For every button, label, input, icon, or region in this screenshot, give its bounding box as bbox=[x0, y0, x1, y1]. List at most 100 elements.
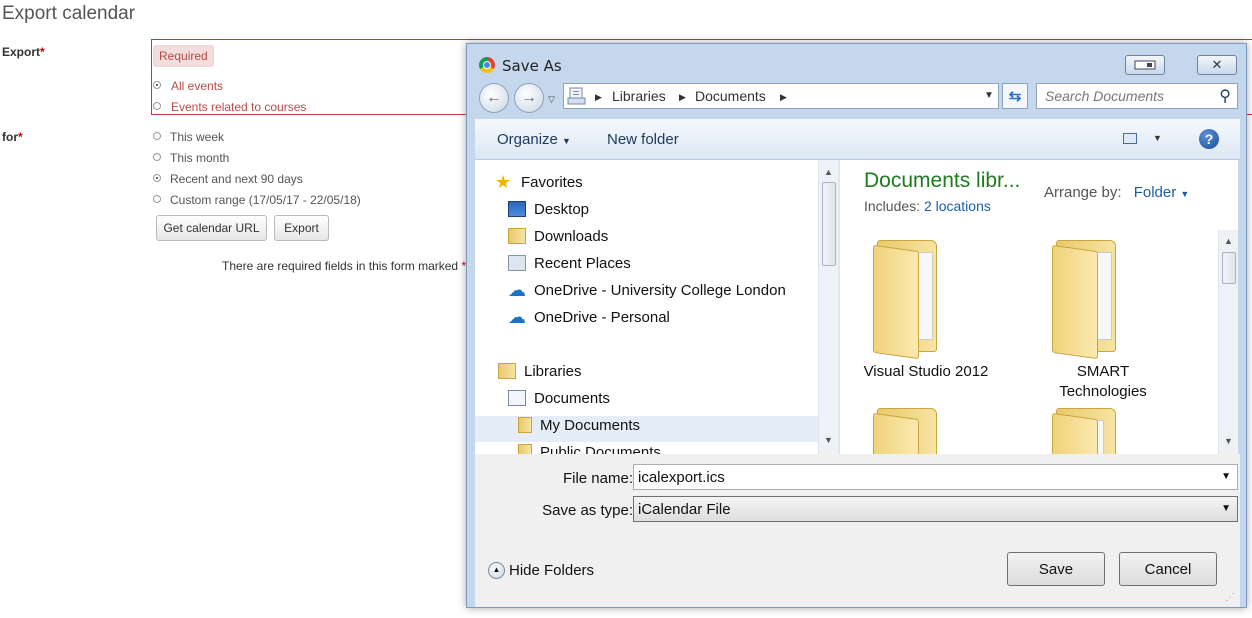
save-as-type-label: Save as type: bbox=[542, 502, 633, 519]
nav-scroll-thumb[interactable] bbox=[822, 182, 836, 266]
breadcrumb-libraries[interactable]: Libraries bbox=[612, 88, 666, 104]
get-calendar-url-button[interactable]: Get calendar URL bbox=[156, 215, 267, 241]
history-dropdown-icon[interactable]: ▽ bbox=[548, 94, 555, 105]
library-includes: Includes: 2 locations bbox=[864, 198, 991, 214]
folder-icon bbox=[518, 417, 532, 433]
documents-library-icon bbox=[508, 390, 526, 406]
star-icon: ★ bbox=[495, 172, 512, 192]
nav-item-downloads[interactable]: Downloads bbox=[508, 225, 608, 247]
organize-menu[interactable]: Organize ▼ bbox=[497, 131, 571, 148]
scroll-down-icon[interactable]: ▼ bbox=[1224, 436, 1233, 446]
page-title: Export calendar bbox=[2, 3, 136, 24]
folder-icon[interactable] bbox=[873, 408, 947, 454]
radio-recent-90-days[interactable] bbox=[153, 174, 161, 182]
back-button[interactable]: ← bbox=[479, 83, 509, 113]
dialog-title: Save As bbox=[502, 57, 562, 75]
chrome-icon bbox=[479, 57, 495, 73]
chevron-down-icon: ▼ bbox=[1180, 189, 1190, 199]
library-title: Documents libr... bbox=[864, 169, 1021, 192]
nav-item-onedrive-personal[interactable]: ☁ OneDrive - Personal bbox=[508, 306, 670, 328]
content-pane: Documents libr... Includes: 2 locations … bbox=[840, 160, 1238, 454]
folder-item-visual-studio[interactable]: Visual Studio 2012 bbox=[861, 362, 991, 382]
content-scroll-thumb[interactable] bbox=[1222, 252, 1236, 284]
view-icon[interactable] bbox=[1123, 133, 1137, 144]
address-bar[interactable]: ▶ Libraries ▶ Documents ▶ ▼ bbox=[563, 83, 999, 109]
folder-icon[interactable] bbox=[1052, 240, 1126, 360]
folder-icon[interactable] bbox=[873, 240, 947, 360]
help-icon[interactable]: ? bbox=[1199, 129, 1219, 149]
radio-custom-range[interactable] bbox=[153, 195, 161, 203]
radio-recent-90-days-label[interactable]: Recent and next 90 days bbox=[170, 172, 303, 186]
resize-grip-icon[interactable]: ⋰ bbox=[1225, 592, 1235, 603]
radio-this-month-label[interactable]: This month bbox=[170, 151, 229, 165]
dialog-toolbar: Organize ▼ New folder ▼ ? bbox=[475, 119, 1240, 160]
arrange-by-dropdown[interactable]: Folder ▼ bbox=[1134, 184, 1190, 201]
radio-this-month[interactable] bbox=[153, 153, 161, 161]
nav-scrollbar[interactable]: ▲ ▼ bbox=[818, 160, 839, 454]
close-icon[interactable]: ✕ bbox=[1197, 55, 1237, 75]
breadcrumb-separator-icon: ▶ bbox=[780, 92, 787, 102]
search-icon[interactable]: ⚲ bbox=[1219, 86, 1231, 106]
filename-label: File name: bbox=[562, 470, 633, 487]
folder-item-smart-technologies[interactable]: SMART Technologies bbox=[1038, 362, 1168, 402]
folder-icon[interactable] bbox=[1052, 408, 1126, 454]
includes-locations-link[interactable]: 2 locations bbox=[924, 198, 991, 214]
recent-places-icon bbox=[508, 255, 526, 271]
nav-item-recent-places[interactable]: Recent Places bbox=[508, 252, 631, 274]
radio-this-week-label[interactable]: This week bbox=[170, 130, 224, 144]
save-as-type-select[interactable]: iCalendar File ▼ bbox=[633, 496, 1238, 522]
content-scrollbar[interactable]: ▲ ▼ bbox=[1218, 230, 1238, 454]
export-label: Export* bbox=[2, 45, 45, 59]
pane-splitter[interactable] bbox=[838, 160, 840, 454]
chevron-down-icon: ▼ bbox=[562, 136, 571, 146]
view-dropdown-icon[interactable]: ▼ bbox=[1153, 133, 1162, 143]
dialog-bottom-panel: File name: icalexport.ics ▼ Save as type… bbox=[475, 454, 1240, 607]
for-label: for* bbox=[2, 130, 23, 144]
scroll-down-icon[interactable]: ▼ bbox=[824, 435, 833, 445]
nav-favorites[interactable]: ★ Favorites bbox=[495, 171, 583, 193]
collapse-up-icon: ▲ bbox=[488, 562, 505, 579]
nav-item-documents[interactable]: Documents bbox=[508, 387, 610, 409]
save-as-type-dropdown-icon[interactable]: ▼ bbox=[1221, 503, 1231, 514]
radio-course-events[interactable] bbox=[153, 102, 161, 110]
nav-item-onedrive-ucl[interactable]: ☁ OneDrive - University College London bbox=[508, 279, 786, 301]
breadcrumb-separator-icon: ▶ bbox=[679, 92, 686, 102]
desktop-icon bbox=[508, 201, 526, 217]
nav-item-public-documents[interactable]: Public Documents bbox=[518, 441, 661, 454]
library-documents-icon bbox=[567, 86, 587, 109]
window-restore-icon[interactable] bbox=[1125, 55, 1165, 75]
save-as-dialog: Save As ✕ ← → ▽ ▶ Libraries ▶ Documents … bbox=[466, 43, 1247, 608]
breadcrumb-documents[interactable]: Documents bbox=[695, 88, 766, 104]
save-button[interactable]: Save bbox=[1007, 552, 1105, 586]
cancel-button[interactable]: Cancel bbox=[1119, 552, 1217, 586]
nav-item-my-documents[interactable]: My Documents bbox=[518, 414, 640, 436]
arrow-left-icon: ← bbox=[486, 89, 502, 106]
radio-course-events-label[interactable]: Events related to courses bbox=[171, 100, 306, 114]
hide-folders-button[interactable]: ▲ Hide Folders bbox=[488, 562, 594, 579]
radio-all-events[interactable] bbox=[153, 81, 161, 89]
folder-icon bbox=[518, 444, 532, 454]
scroll-up-icon[interactable]: ▲ bbox=[824, 167, 833, 177]
scroll-up-icon[interactable]: ▲ bbox=[1224, 236, 1233, 246]
breadcrumb-separator-icon: ▶ bbox=[595, 92, 602, 102]
radio-custom-range-label[interactable]: Custom range (17/05/17 - 22/05/18) bbox=[170, 193, 361, 207]
navigation-pane: ★ Favorites Desktop Downloads Recent Plac… bbox=[475, 160, 818, 454]
address-dropdown-icon[interactable]: ▼ bbox=[984, 90, 994, 101]
onedrive-cloud-icon: ☁ bbox=[508, 280, 526, 300]
filename-dropdown-icon[interactable]: ▼ bbox=[1221, 471, 1231, 482]
search-input[interactable]: Search Documents ⚲ bbox=[1036, 83, 1238, 109]
nav-item-desktop[interactable]: Desktop bbox=[508, 198, 589, 220]
required-badge: Required bbox=[153, 45, 214, 67]
export-button[interactable]: Export bbox=[274, 215, 329, 241]
filename-input[interactable]: icalexport.ics ▼ bbox=[633, 464, 1238, 490]
arrow-right-icon: → bbox=[521, 89, 537, 106]
new-folder-button[interactable]: New folder bbox=[607, 131, 679, 148]
refresh-icon[interactable]: ⇆ bbox=[1002, 83, 1028, 109]
nav-libraries[interactable]: Libraries bbox=[498, 360, 582, 382]
required-note: There are required fields in this form m… bbox=[222, 259, 469, 273]
radio-all-events-label[interactable]: All events bbox=[171, 79, 223, 93]
radio-this-week[interactable] bbox=[153, 132, 161, 140]
downloads-folder-icon bbox=[508, 228, 526, 244]
onedrive-cloud-icon: ☁ bbox=[508, 307, 526, 327]
forward-button[interactable]: → bbox=[514, 83, 544, 113]
